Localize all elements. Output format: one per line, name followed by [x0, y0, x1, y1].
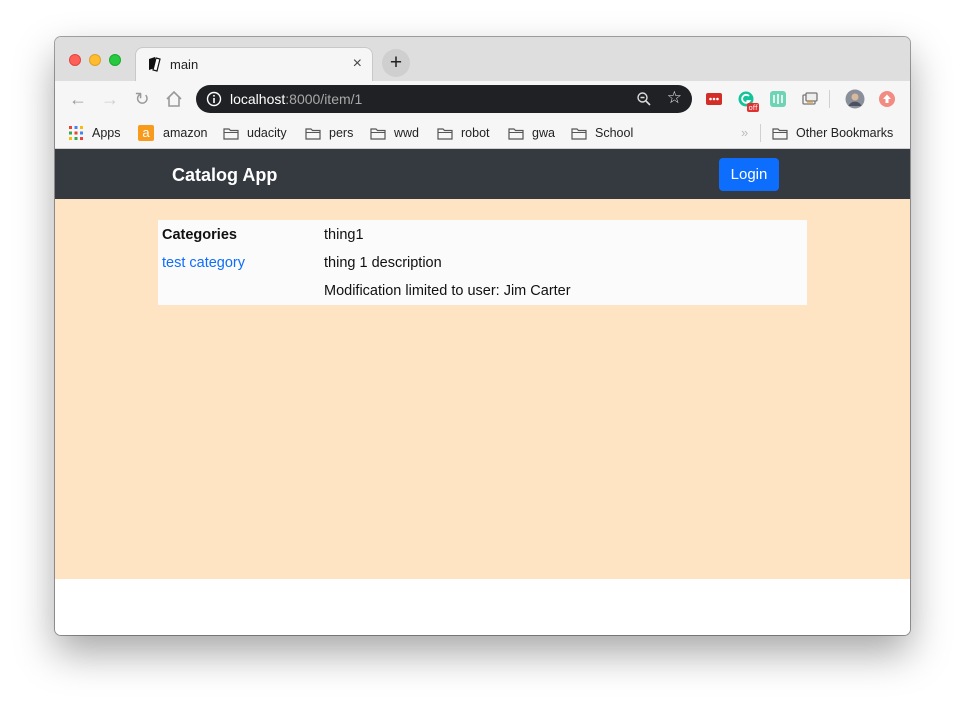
folder-icon: [305, 127, 321, 140]
bookmark-label: pers: [329, 126, 354, 140]
grammarly-icon[interactable]: off: [737, 90, 759, 112]
bookmark-folder-wwd[interactable]: wwd: [370, 124, 419, 142]
reload-icon[interactable]: ↻: [131, 88, 153, 110]
folder-icon: [370, 127, 386, 140]
categories-heading: Categories: [162, 227, 237, 243]
folder-icon: [223, 127, 239, 140]
browser-window: main × + ← → ↻ localhost:8000/item/1 ☆ o…: [55, 37, 910, 635]
toolbar-divider: [829, 90, 830, 108]
extension-green-icon[interactable]: [769, 90, 787, 108]
app-brand-link[interactable]: Catalog App: [172, 165, 277, 186]
extension-badge-text: off: [748, 104, 757, 112]
bookmarks-bar: Apps a amazon udacity pers wwd robot gwa: [55, 117, 910, 149]
folder-icon: [571, 127, 587, 140]
category-link[interactable]: test category: [162, 255, 245, 271]
bookmark-folder-robot[interactable]: robot: [437, 124, 490, 142]
bookmark-folder-gwa[interactable]: gwa: [508, 124, 555, 142]
tab-title: main: [170, 57, 199, 72]
bookmark-amazon[interactable]: a amazon: [138, 124, 207, 142]
address-bar[interactable]: localhost:8000/item/1 ☆: [196, 85, 692, 113]
web-page: Catalog App Login Categories test catego…: [55, 149, 910, 635]
folder-icon: [508, 127, 524, 140]
browser-toolbar: ← → ↻ localhost:8000/item/1 ☆ off: [55, 81, 910, 117]
url-text: localhost:8000/item/1: [230, 91, 362, 107]
new-tab-button[interactable]: +: [382, 49, 410, 77]
item-description: thing 1 description: [324, 255, 442, 271]
bookmark-label: robot: [461, 126, 490, 140]
folder-icon: [437, 127, 453, 140]
bookmark-apps[interactable]: Apps: [69, 124, 121, 142]
bookmark-label: wwd: [394, 126, 420, 140]
bookmark-folder-other[interactable]: Other Bookmarks: [772, 124, 893, 142]
bookmark-label: gwa: [532, 126, 555, 140]
bookmark-folder-school[interactable]: School: [571, 124, 633, 142]
back-icon[interactable]: ←: [67, 88, 89, 110]
cast-icon[interactable]: [801, 90, 819, 108]
minimize-window-button[interactable]: [89, 54, 101, 66]
bookmark-star-icon[interactable]: ☆: [667, 88, 682, 108]
item-owner-note: Modification limited to user: Jim Carter: [324, 283, 571, 299]
tab-close-icon[interactable]: ×: [353, 55, 362, 73]
maximize-window-button[interactable]: [109, 54, 121, 66]
tab-main[interactable]: main ×: [135, 47, 373, 81]
forward-icon[interactable]: →: [99, 88, 121, 110]
url-path: :8000/item/1: [285, 91, 363, 107]
bookmark-folder-udacity[interactable]: udacity: [223, 124, 287, 142]
bookmark-label: Other Bookmarks: [796, 126, 894, 140]
folder-icon: [772, 127, 788, 140]
bookmarks-overflow-icon[interactable]: »: [741, 125, 748, 140]
bookmarks-divider: [760, 124, 761, 142]
app-navbar: Catalog App Login: [55, 149, 910, 199]
tab-strip: main × +: [55, 37, 910, 81]
apps-grid-icon: [69, 126, 83, 140]
url-host: localhost: [230, 91, 286, 107]
bookmark-label: School: [595, 126, 634, 140]
item-name: thing1: [324, 227, 364, 243]
info-icon[interactable]: [206, 91, 222, 107]
update-icon[interactable]: [878, 90, 896, 108]
zoom-out-icon[interactable]: [636, 91, 652, 107]
home-icon[interactable]: [163, 88, 185, 110]
bookmark-label: udacity: [247, 126, 287, 140]
item-panel: Categories test category thing1 thing 1 …: [158, 220, 807, 305]
profile-avatar[interactable]: [845, 89, 865, 109]
login-button[interactable]: Login: [719, 158, 779, 191]
close-window-button[interactable]: [69, 54, 81, 66]
bookmark-label: Apps: [92, 126, 121, 140]
bookmark-folder-pers[interactable]: pers: [305, 124, 353, 142]
book-favicon-icon: [149, 57, 161, 72]
lastpass-icon[interactable]: [705, 90, 723, 108]
bookmark-label: amazon: [163, 126, 208, 140]
amazon-icon: a: [138, 125, 154, 141]
main-content: Categories test category thing1 thing 1 …: [55, 199, 910, 579]
